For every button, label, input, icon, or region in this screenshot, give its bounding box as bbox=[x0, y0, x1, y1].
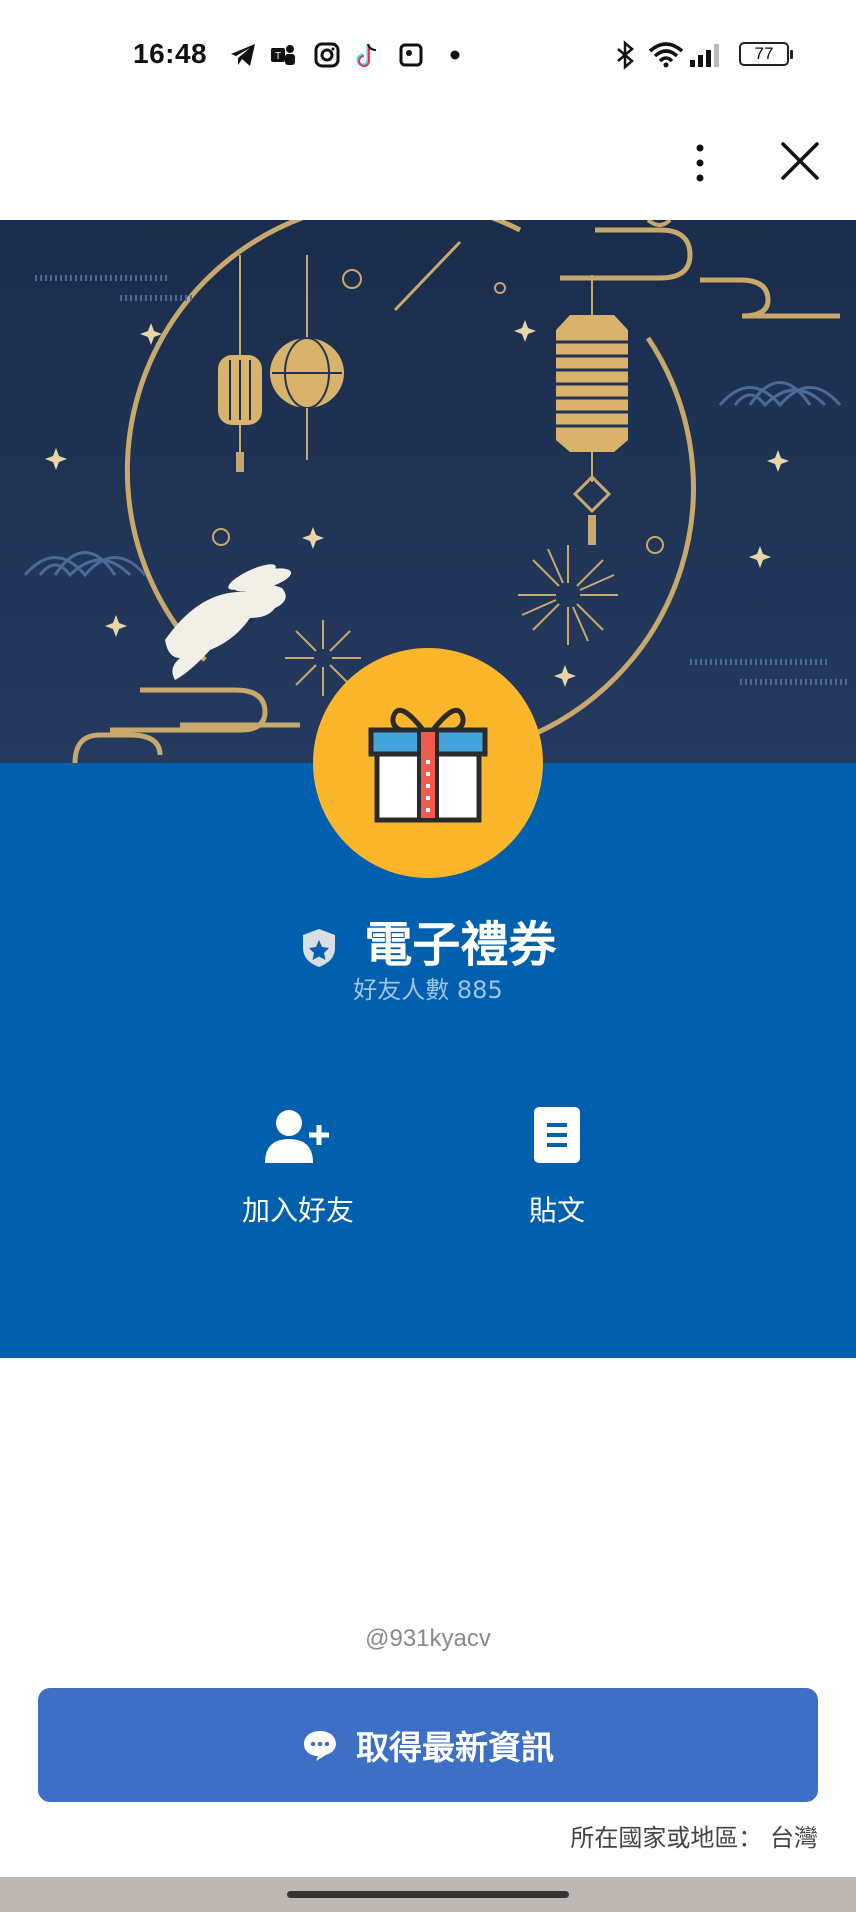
wifi-icon bbox=[648, 42, 684, 68]
close-icon[interactable] bbox=[775, 130, 825, 190]
posts-label: 貼文 bbox=[528, 1194, 585, 1227]
profile-name: 電子禮券 bbox=[364, 917, 557, 973]
gift-icon bbox=[368, 707, 488, 823]
teams-icon: T bbox=[271, 45, 295, 65]
top-bar bbox=[0, 110, 856, 220]
battery-icon: 77 bbox=[739, 42, 793, 66]
profile-name-row: 電子禮券 bbox=[0, 905, 856, 975]
status-time: 16:48 bbox=[133, 38, 208, 69]
home-gesture-handle[interactable] bbox=[287, 1891, 569, 1898]
bluetooth-icon bbox=[617, 40, 634, 70]
signal-icon bbox=[690, 44, 719, 67]
get-updates-label: 取得最新資訊 bbox=[356, 1728, 554, 1767]
get-updates-button[interactable]: 取得最新資訊 bbox=[38, 1688, 818, 1802]
tiktok-icon bbox=[356, 43, 377, 67]
profile-avatar bbox=[313, 648, 543, 878]
system-nav-bar bbox=[0, 1877, 856, 1912]
status-bar: 16:48 T 77 bbox=[0, 0, 856, 110]
shield-star-icon bbox=[302, 929, 335, 967]
region-text: 所在國家或地區： 台灣 bbox=[570, 1824, 818, 1852]
dot-icon bbox=[450, 50, 460, 60]
posts-button[interactable]: 貼文 bbox=[477, 1105, 637, 1229]
friends-count: 好友人數 885 bbox=[353, 976, 503, 1004]
add-friend-label: 加入好友 bbox=[241, 1194, 354, 1227]
svg-text:T: T bbox=[275, 51, 281, 62]
instagram-icon bbox=[314, 42, 340, 68]
more-vert-icon[interactable] bbox=[680, 130, 720, 190]
account-id: @931kyacv bbox=[365, 1625, 491, 1651]
post-icon bbox=[534, 1107, 580, 1163]
chat-bubble-icon bbox=[304, 1731, 336, 1761]
app-icon bbox=[399, 43, 423, 67]
add-friend-button[interactable]: 加入好友 bbox=[218, 1105, 378, 1229]
telegram-icon bbox=[231, 44, 255, 66]
add-friend-icon bbox=[265, 1110, 329, 1163]
